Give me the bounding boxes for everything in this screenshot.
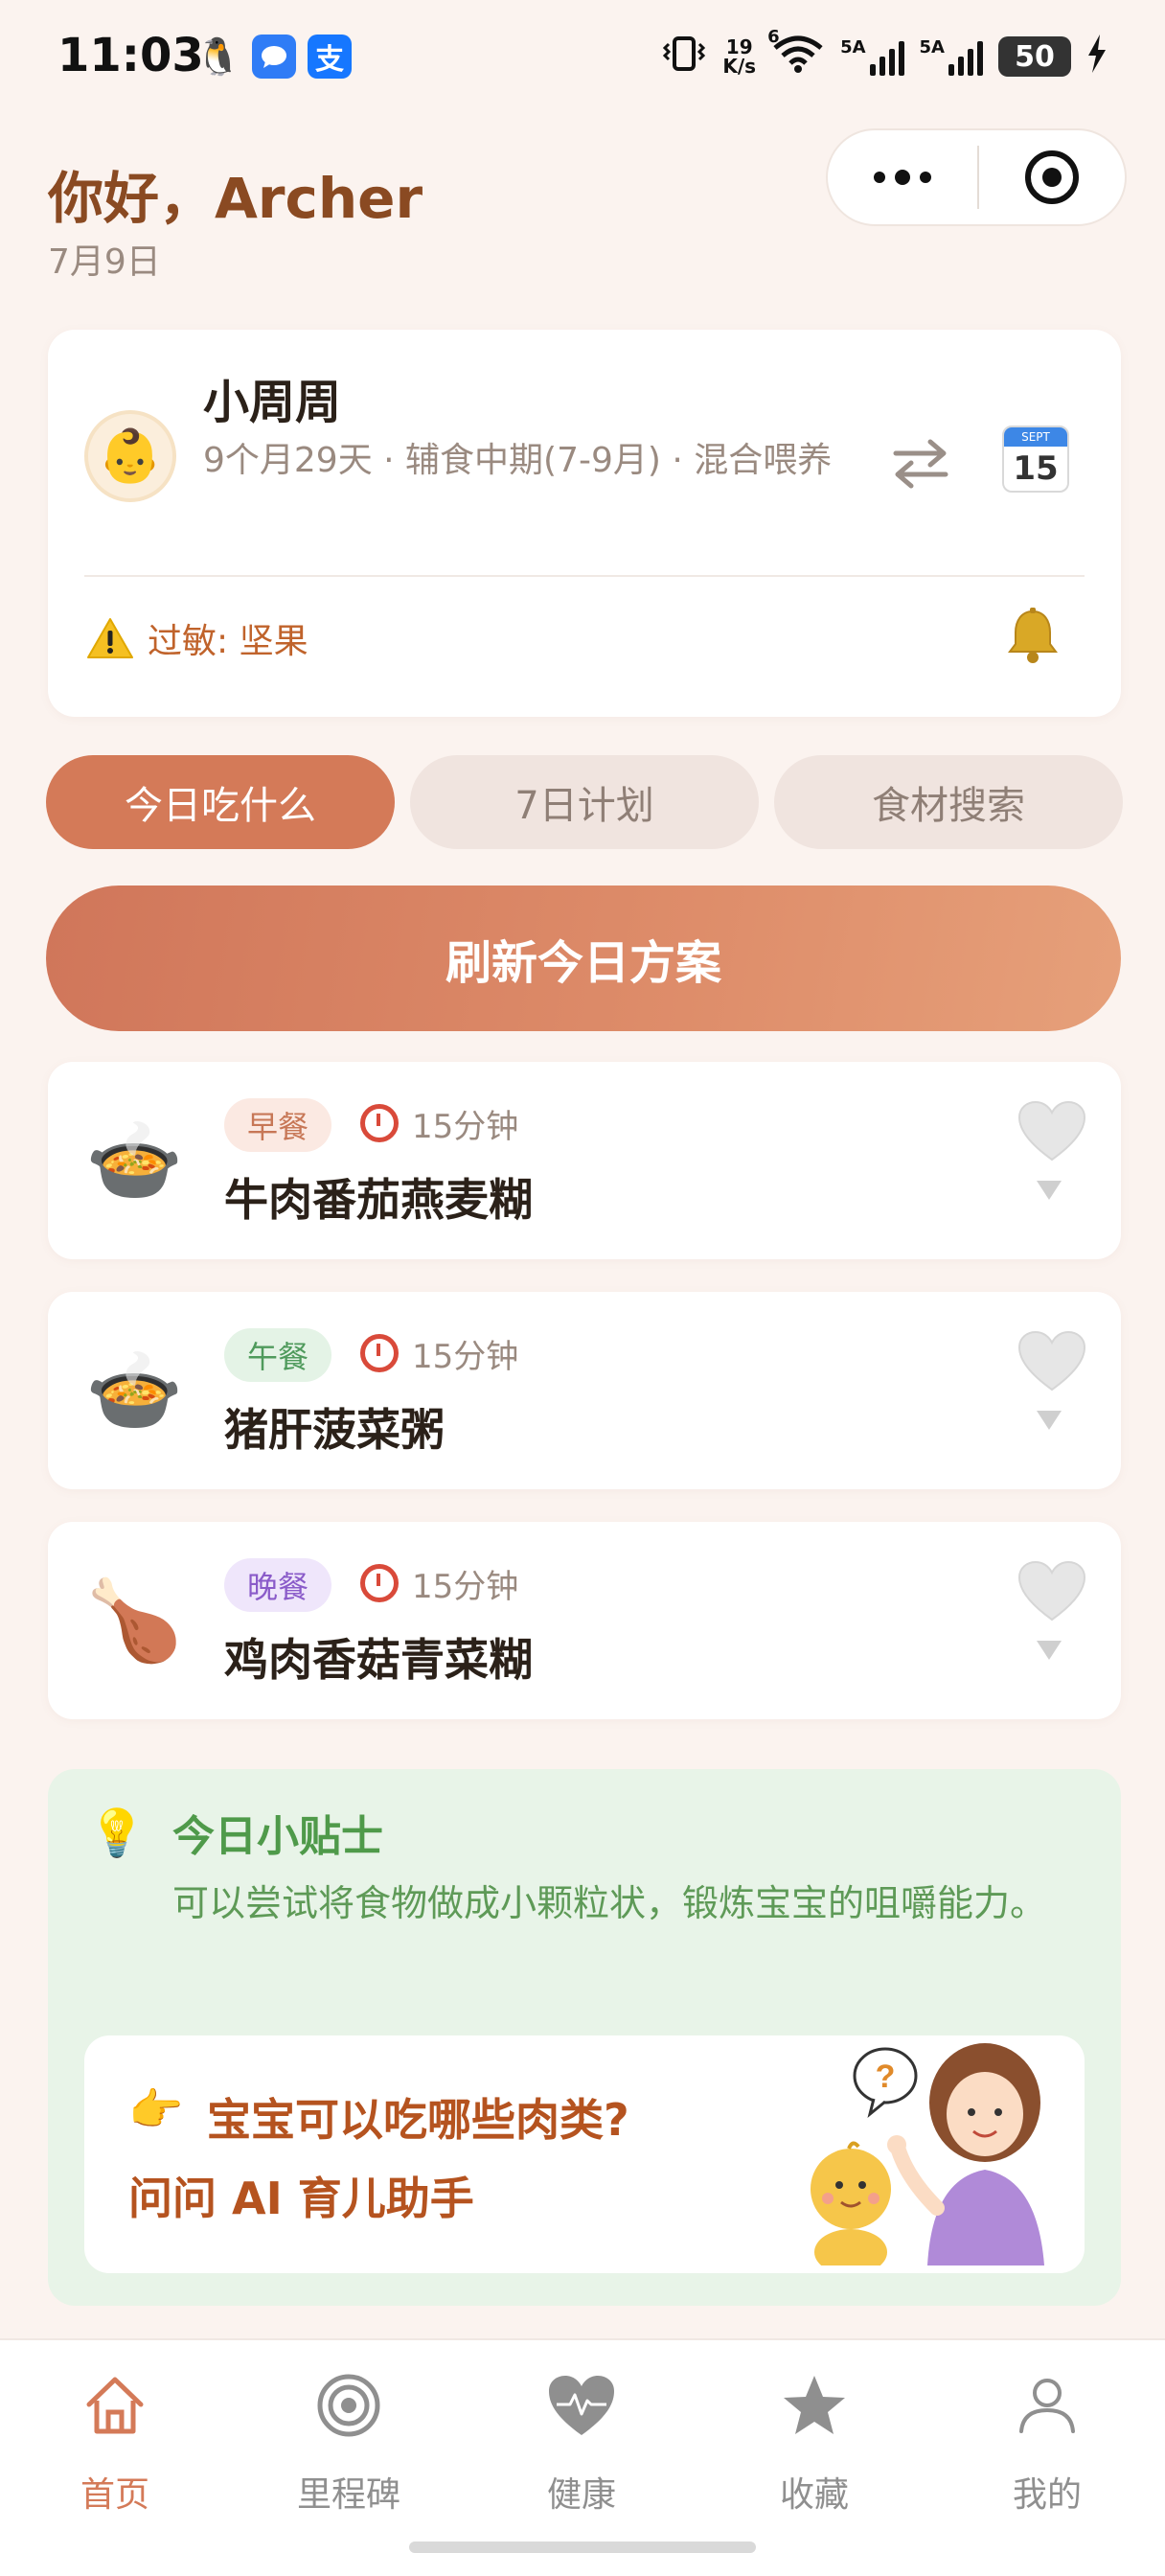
close-miniprogram-button[interactable] [979, 150, 1125, 204]
nav-item-profile[interactable]: 我的 [951, 2359, 1143, 2532]
nav-label: 里程碑 [296, 2475, 400, 2515]
chevron-down-icon[interactable] [1037, 1411, 1062, 1430]
tab-today[interactable]: 今日吃什么 [46, 755, 395, 849]
status-time: 11:03 [57, 29, 204, 82]
nav-label: 首页 [80, 2475, 149, 2515]
meal-time: 15分钟 [412, 1338, 519, 1376]
meal-tag: 午餐 [224, 1328, 332, 1382]
pointing-hand-icon: 👉 [128, 2083, 184, 2135]
target-close-icon [1025, 150, 1079, 204]
nav-item-milestone[interactable]: 里程碑 [253, 2359, 445, 2532]
home-icon [77, 2367, 153, 2444]
calendar-icon[interactable]: SEPT 15 [1002, 426, 1069, 493]
soup-bowl-icon: 🍲 [84, 1346, 184, 1437]
clock-icon [360, 1564, 399, 1602]
charging-icon [1086, 34, 1108, 79]
dot-icon [874, 172, 885, 183]
drumstick-icon: 🍗 [84, 1576, 184, 1667]
meal-tag: 晚餐 [224, 1558, 332, 1612]
chevron-down-icon[interactable] [1037, 1181, 1062, 1200]
heart-pulse-icon [543, 2367, 620, 2444]
heart-icon[interactable] [1016, 1556, 1088, 1629]
more-menu-button[interactable] [828, 130, 977, 224]
wifi-icon: 6 [767, 27, 825, 79]
battery-indicator: 50 [998, 36, 1071, 77]
nav-item-favorites[interactable]: 收藏 [719, 2359, 910, 2532]
notification-icons: 🐧 支 [195, 34, 352, 79]
status-bar: 11:03 🐧 支 19 K/s 6 5A 5A 50 [0, 0, 1165, 115]
nav-item-health[interactable]: 健康 [486, 2359, 677, 2532]
qq-penguin-icon: 🐧 [195, 34, 241, 78]
dot-icon [895, 170, 910, 185]
meal-time: 15分钟 [412, 1568, 519, 1606]
clock-icon [360, 1334, 399, 1372]
baby-name: 小周周 [203, 376, 342, 429]
miniprogram-capsule [826, 128, 1127, 226]
signal-sim2-icon: 5A [920, 37, 983, 76]
greeting-title: 你好，Archer [48, 166, 423, 231]
baby-avatar[interactable]: 👶 [84, 410, 176, 502]
meal-name: 猪肝菠菜粥 [224, 1404, 445, 1456]
user-icon [1009, 2367, 1085, 2444]
tips-title: 今日小贴士 [172, 1812, 383, 1861]
meal-card-breakfast[interactable]: 🍲 早餐 15分钟 牛肉番茄燕麦糊 [48, 1062, 1121, 1259]
nav-label: 我的 [1012, 2475, 1082, 2515]
alipay-icon: 支 [308, 34, 352, 79]
daily-tips-card: 💡 今日小贴士 可以尝试将食物做成小颗粒状，锻炼宝宝的咀嚼能力。 👉 宝宝可以吃… [48, 1769, 1121, 2306]
vibrate-icon [661, 34, 707, 79]
target-icon [310, 2367, 387, 2444]
bubble-question-mark: ? [876, 2058, 896, 2095]
meal-card-lunch[interactable]: 🍲 午餐 15分钟 猪肝菠菜粥 [48, 1292, 1121, 1489]
card-divider [84, 575, 1085, 577]
soup-bowl-icon: 🍲 [84, 1116, 184, 1207]
switch-baby-icon[interactable] [887, 429, 954, 496]
star-icon [776, 2367, 853, 2444]
nav-label: 健康 [546, 2475, 616, 2515]
allergy-label: 过敏: 坚果 [148, 622, 308, 661]
bell-icon[interactable] [1002, 606, 1063, 680]
refresh-plan-button[interactable]: 刷新今日方案 [46, 886, 1121, 1031]
message-bubble-icon [252, 34, 296, 79]
ai-question: 宝宝可以吃哪些肉类? [207, 2094, 629, 2146]
nav-label: 收藏 [779, 2475, 849, 2515]
light-bulb-icon: 💡 [88, 1806, 146, 1860]
tab-food-search[interactable]: 食材搜索 [774, 755, 1123, 849]
bottom-navigation: 首页 里程碑 健康 收藏 我的 [0, 2338, 1165, 2576]
meal-time: 15分钟 [412, 1108, 519, 1146]
ai-assistant-card[interactable]: 👉 宝宝可以吃哪些肉类? 问问 AI 育儿助手 ? [84, 2036, 1085, 2273]
meal-name: 鸡肉香菇青菜糊 [224, 1634, 533, 1686]
ai-assistant-link[interactable]: 问问 AI 育儿助手 [128, 2164, 474, 2227]
dot-icon [920, 172, 931, 183]
baby-info: 9个月29天 · 辅食中期(7-9月) · 混合喂养 [203, 441, 833, 480]
clock-icon [360, 1104, 399, 1142]
meal-card-dinner[interactable]: 🍗 晚餐 15分钟 鸡肉香菇青菜糊 [48, 1522, 1121, 1719]
signal-sim1-icon: 5A [840, 37, 904, 76]
tips-text: 可以尝试将食物做成小颗粒状，锻炼宝宝的咀嚼能力。 [172, 1882, 1047, 1924]
system-indicators: 19 K/s 6 5A 5A 50 [661, 27, 1108, 79]
home-indicator[interactable] [409, 2542, 756, 2553]
baby-profile-card: 👶 小周周 9个月29天 · 辅食中期(7-9月) · 混合喂养 SEPT 15… [48, 330, 1121, 717]
warning-icon [86, 617, 134, 659]
nav-item-home[interactable]: 首页 [19, 2359, 211, 2532]
heart-icon[interactable] [1016, 1096, 1088, 1169]
mother-baby-illustration: ? [811, 2043, 1044, 2266]
meal-tag: 早餐 [224, 1098, 332, 1152]
date-label: 7月9日 [48, 242, 161, 282]
meal-name: 牛肉番茄燕麦糊 [224, 1174, 533, 1226]
heart-icon[interactable] [1016, 1326, 1088, 1399]
network-speed: 19 K/s [722, 35, 757, 78]
tab-7day-plan[interactable]: 7日计划 [410, 755, 759, 849]
chevron-down-icon[interactable] [1037, 1641, 1062, 1660]
